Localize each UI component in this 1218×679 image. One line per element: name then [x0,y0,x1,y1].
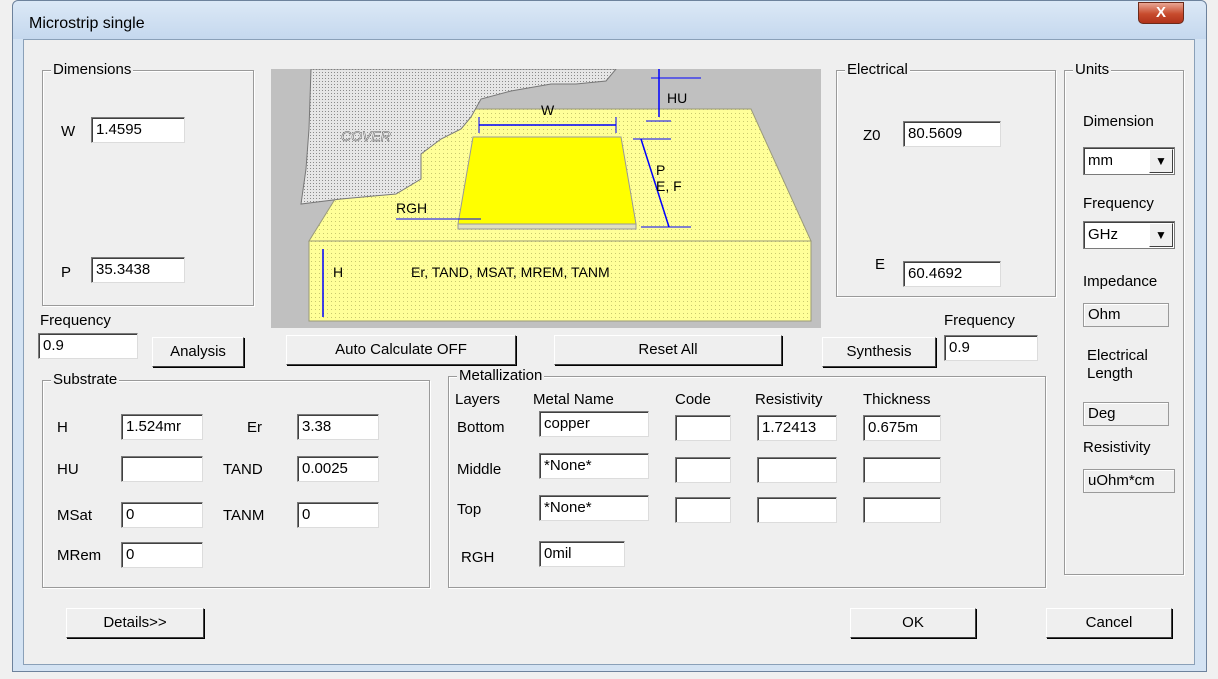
top-resistivity-input[interactable] [757,497,837,523]
resistivity-unit-value: uOhm*cm [1083,469,1175,493]
dimensions-group: Dimensions W 1.4595 P 35.3438 [42,61,254,306]
dimensions-title: Dimensions [51,61,134,79]
e-label: E [875,256,886,273]
msat-label: MSat [57,507,93,524]
substrate-title: Substrate [51,371,120,389]
dimension-unit-select[interactable]: mm ▼ [1083,147,1175,175]
top-thickness-input[interactable] [863,497,941,523]
cover-label: COVER [341,128,391,144]
middle-code-input[interactable] [675,457,731,483]
resistivity-header: Resistivity [755,391,823,408]
top-code-input[interactable] [675,497,731,523]
top-metal-input[interactable]: *None* [539,495,649,521]
electrical-title: Electrical [845,61,910,79]
synthesis-frequency-input[interactable]: 0.9 [944,335,1038,361]
bottom-metal-input[interactable]: copper [539,411,649,437]
rgh-input[interactable]: 0mil [539,541,625,567]
chevron-down-icon[interactable]: ▼ [1149,149,1173,173]
impedance-unit-value: Ohm [1083,303,1169,327]
mrem-label: MRem [57,547,102,564]
bottom-thickness-input[interactable]: 0.675m [863,415,941,441]
frequency-unit-label: Frequency [1083,195,1154,212]
er-input[interactable]: 3.38 [297,414,379,440]
substrate-front [308,240,812,322]
hu-label: HU [57,461,79,478]
hu-input[interactable] [121,456,203,482]
metallization-group: Metallization Layers Metal Name Code Res… [448,367,1046,588]
chevron-down-icon[interactable]: ▼ [1149,223,1173,247]
z0-output[interactable]: 80.5609 [903,121,1001,147]
elec-length-unit-value: Deg [1083,402,1169,426]
electrical-group: Electrical Z0 80.5609 E 60.4692 [836,61,1056,297]
msat-input[interactable]: 0 [121,502,203,528]
frequency-unit-value: GHz [1088,226,1118,243]
w-dim-label: W [541,102,555,118]
bottom-code-input[interactable] [675,415,731,441]
dialog-client: Dimensions W 1.4595 P 35.3438 COVER W HU… [23,39,1195,665]
bottom-layer-label: Bottom [457,419,505,436]
rgh-dim-label: RGH [396,200,427,216]
ok-button[interactable]: OK [850,608,976,638]
tanm-label: TANM [223,507,265,524]
metallization-title: Metallization [457,367,545,385]
impedance-unit-label: Impedance [1083,273,1158,290]
middle-metal-input[interactable]: *None* [539,453,649,479]
elec-length-unit-label: Electrical Length [1087,347,1148,382]
middle-resistivity-input[interactable] [757,457,837,483]
tand-label: TAND [223,461,263,478]
auto-calculate-button[interactable]: Auto Calculate OFF [286,335,516,365]
top-layer-label: Top [457,501,482,518]
hu-dim-label: HU [667,90,687,106]
frequency-unit-select[interactable]: GHz ▼ [1083,221,1175,249]
h-dim-label: H [333,264,343,280]
layers-header: Layers [455,391,501,408]
strip-edge [457,223,637,230]
dialog-window: Microstrip single X Dimensions W 1.4595 … [12,0,1207,672]
z0-label: Z0 [863,127,881,144]
details-button[interactable]: Details>> [66,608,204,638]
title-bar[interactable]: Microstrip single X [13,1,1206,39]
window-title: Microstrip single [29,15,145,32]
p-input[interactable]: 35.3438 [91,257,185,283]
middle-layer-label: Middle [457,461,502,478]
dimension-unit-label: Dimension [1083,113,1154,130]
tanm-input[interactable]: 0 [297,502,379,528]
close-button[interactable]: X [1138,2,1184,24]
analysis-frequency-label: Frequency [40,312,111,329]
ef-dim-label: E, F [656,178,682,194]
resistivity-unit-label: Resistivity [1083,439,1151,456]
rgh-label: RGH [461,549,495,566]
thickness-header: Thickness [863,391,931,408]
substrate-props-label: Er, TAND, MSAT, MREM, TANM [411,264,610,280]
analysis-button[interactable]: Analysis [152,337,244,367]
tand-input[interactable]: 0.0025 [297,456,379,482]
strip-top [457,136,637,225]
synthesis-frequency-label: Frequency [944,312,1015,329]
h-input[interactable]: 1.524mr [121,414,203,440]
w-input[interactable]: 1.4595 [91,117,185,143]
w-label: W [61,123,76,140]
dimension-unit-value: mm [1088,152,1113,169]
h-label: H [57,419,68,436]
er-label: Er [247,419,262,436]
synthesis-button[interactable]: Synthesis [822,337,936,367]
units-title: Units [1073,61,1112,79]
middle-thickness-input[interactable] [863,457,941,483]
substrate-group: Substrate H 1.524mr Er 3.38 HU TAND 0.00… [42,371,430,588]
microstrip-diagram: COVER W HU P E, F RGH H Er, TAND, MSAT, … [271,68,821,328]
p-dim-label: P [656,162,665,178]
units-group: Units Dimension mm ▼ Frequency GHz ▼ Imp… [1064,61,1184,575]
metal-name-header: Metal Name [533,391,614,408]
e-output[interactable]: 60.4692 [903,261,1001,287]
reset-all-button[interactable]: Reset All [554,335,782,365]
cancel-button[interactable]: Cancel [1046,608,1172,638]
analysis-frequency-input[interactable]: 0.9 [38,333,138,359]
mrem-input[interactable]: 0 [121,542,203,568]
bottom-resistivity-input[interactable]: 1.72413 [757,415,837,441]
code-header: Code [675,391,711,408]
p-label: P [61,264,72,281]
